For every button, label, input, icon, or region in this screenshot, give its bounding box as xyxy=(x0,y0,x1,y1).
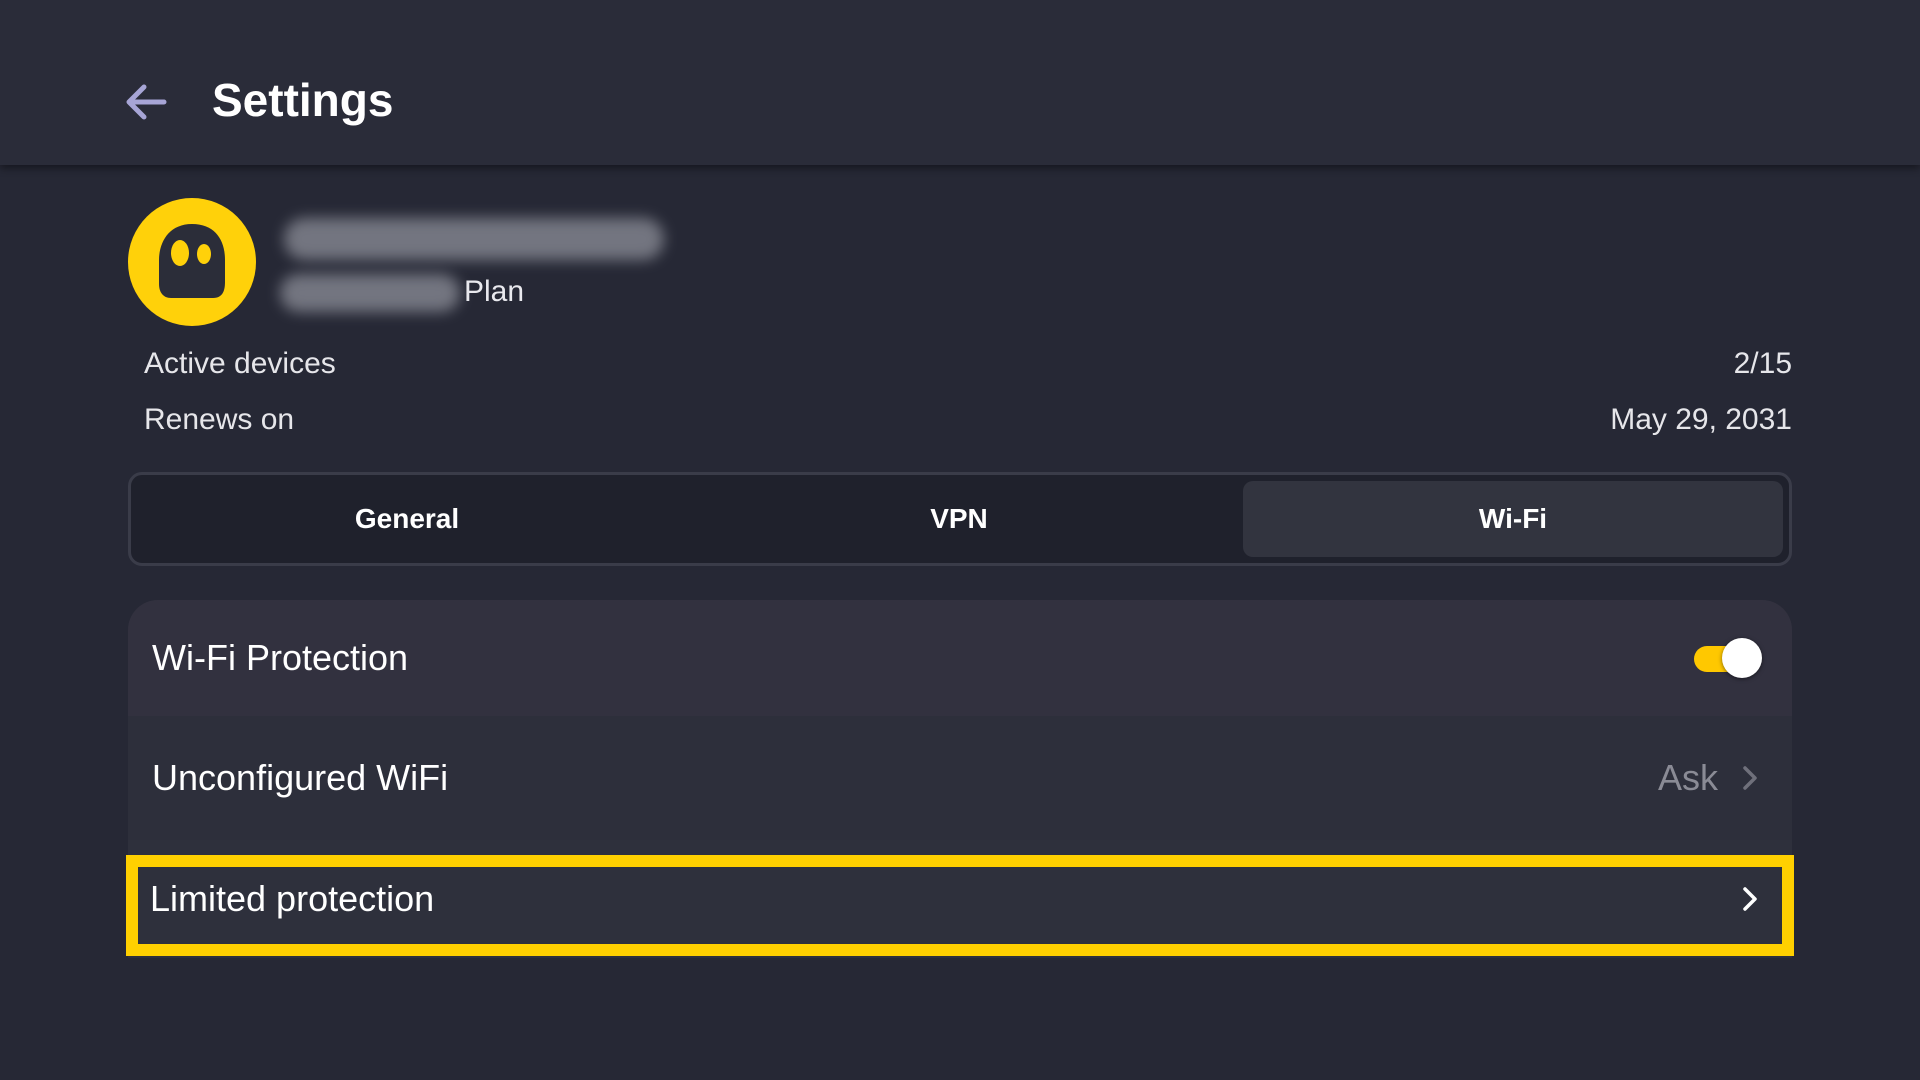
tab-vpn[interactable]: VPN xyxy=(689,481,1229,557)
chevron-right-icon xyxy=(1743,887,1757,911)
limited-protection-label: Limited protection xyxy=(150,878,435,919)
plan-name-redacted xyxy=(280,274,460,312)
unconfigured-wifi-value: Ask xyxy=(1657,757,1718,798)
back-button[interactable] xyxy=(116,72,176,132)
limited-protection-row[interactable]: Limited protection xyxy=(128,840,1792,958)
avatar xyxy=(128,198,256,326)
wifi-protection-row[interactable]: Wi-Fi Protection xyxy=(128,600,1792,716)
active-devices-row: Active devices 2/15 xyxy=(144,342,1792,386)
plan-label: Plan xyxy=(464,275,525,308)
chevron-right-icon xyxy=(1743,766,1757,790)
active-devices-label: Active devices xyxy=(144,347,336,380)
active-devices-value: 2/15 xyxy=(1733,347,1792,380)
page-title: Settings xyxy=(212,74,394,126)
unconfigured-wifi-trail: Ask xyxy=(1658,757,1760,799)
arrow-left-icon xyxy=(126,84,167,120)
toggle-thumb xyxy=(1722,638,1762,678)
top-bar: Settings xyxy=(0,0,1920,165)
tab-wifi[interactable]: Wi-Fi xyxy=(1243,481,1783,557)
renews-label: Renews on xyxy=(144,403,295,436)
wifi-settings-card: Wi-Fi Protection Unconfigured WiFi Ask L… xyxy=(128,600,1792,958)
unconfigured-wifi-label: Unconfigured WiFi xyxy=(152,757,449,798)
renews-row: Renews on May 29, 2031 xyxy=(144,398,1792,442)
ghost-logo-icon xyxy=(159,224,225,298)
settings-tabs: General VPN Wi-Fi xyxy=(128,472,1792,566)
wifi-protection-toggle[interactable] xyxy=(1694,638,1762,678)
unconfigured-wifi-row[interactable]: Unconfigured WiFi Ask xyxy=(128,716,1792,840)
wifi-protection-label: Wi-Fi Protection xyxy=(152,637,409,678)
account-name-redacted xyxy=(284,218,664,260)
renews-value: May 29, 2031 xyxy=(1610,403,1792,436)
tab-general[interactable]: General xyxy=(137,481,677,557)
